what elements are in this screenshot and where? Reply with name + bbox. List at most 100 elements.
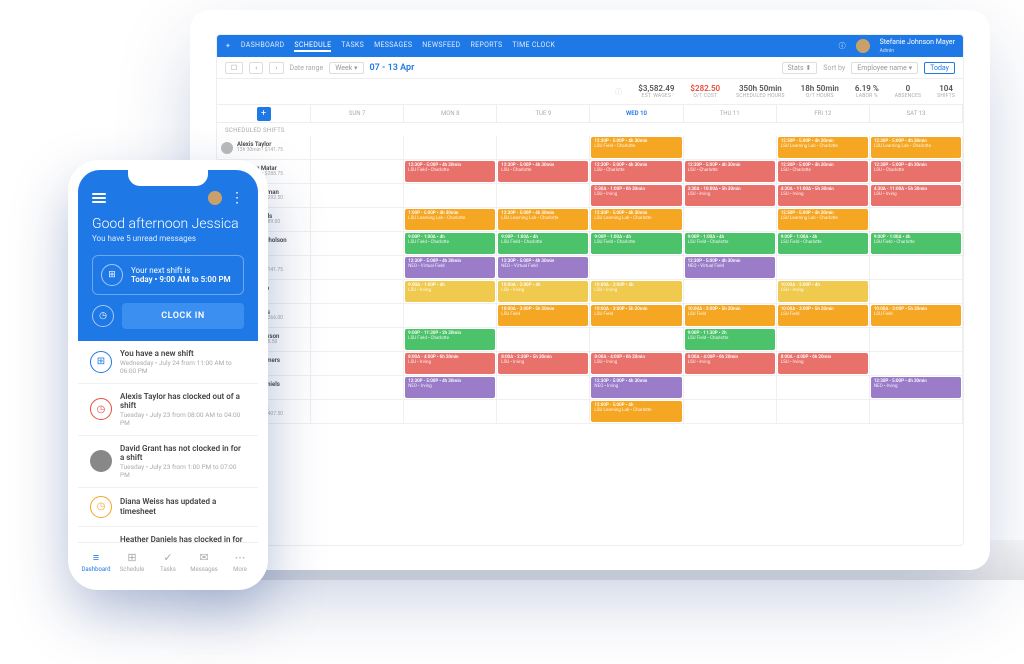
day-cell[interactable] <box>684 136 777 159</box>
day-cell[interactable]: 9:00P - 1:00A • 4hLSU Field • Charlotte <box>497 232 590 255</box>
day-cell[interactable]: 4:30A - 11:00A • 5h 30minLSU • Irving <box>870 184 963 207</box>
day-cell[interactable]: 12:30P - 5:00P • 4h 30minNEO • Irving <box>404 376 497 399</box>
day-cell[interactable] <box>870 352 963 375</box>
day-cell[interactable] <box>497 376 590 399</box>
day-cell[interactable] <box>777 256 870 279</box>
shift-block[interactable]: 8:00A - 4:00P • 6h 20minLSU • Irving <box>591 353 681 374</box>
day-cell[interactable] <box>497 136 590 159</box>
day-cell[interactable]: 12:30P - 5:00P • 4h 30minNEO • Virtual F… <box>404 256 497 279</box>
shift-block[interactable]: 12:30P - 5:00P • 4h 30minNEO • Virtual F… <box>498 257 588 278</box>
day-cell[interactable]: 10:00A - 2:00P • 4hLSU • Irving <box>497 280 590 303</box>
shift-block[interactable]: 9:00P - 1:00A • 4hLSU Field • Charlotte <box>871 233 961 254</box>
day-cell[interactable] <box>311 376 404 399</box>
add-shift-button[interactable]: + <box>257 107 271 121</box>
day-cell[interactable]: 10:00A - 3:00P • 5h 20minLSU Field <box>684 304 777 327</box>
day-header[interactable]: THU 11 <box>684 105 777 122</box>
shift-block[interactable]: 9:00P - 11:30P • 2h 30minLSU Field • Cha… <box>405 329 495 350</box>
shift-block[interactable]: 10:00A - 3:00P • 5h 20minLSU Field <box>498 305 588 326</box>
day-header[interactable]: TUE 9 <box>497 105 590 122</box>
shift-block[interactable]: 10:00A - 3:00P • 5h 20minLSU Field <box>778 305 868 326</box>
sort-select[interactable]: Employee name ▾ <box>851 62 918 74</box>
feed-item[interactable]: ◷Alexis Taylor has clocked out of a shif… <box>78 384 258 436</box>
day-cell[interactable] <box>590 256 683 279</box>
day-cell[interactable]: 10:00A - 2:00P • 4hLSU • Irving <box>590 280 683 303</box>
day-cell[interactable] <box>870 400 963 423</box>
date-range[interactable]: 07 - 13 Apr <box>370 63 415 73</box>
day-cell[interactable]: 12:30P - 5:00P • 4h 30minLSU • Charlotte <box>684 160 777 183</box>
shift-block[interactable]: 8:00A - 4:00P • 6h 20minLSU • Irving <box>405 353 495 374</box>
day-cell[interactable] <box>311 160 404 183</box>
clock-in-button[interactable]: CLOCK IN <box>122 303 244 329</box>
avatar[interactable] <box>856 39 870 53</box>
nav-tab-time clock[interactable]: TIME CLOCK <box>512 41 555 52</box>
day-cell[interactable]: 12:30P - 5:00P • 4h 30minLSU Learning La… <box>777 208 870 231</box>
day-cell[interactable] <box>311 256 404 279</box>
day-cell[interactable]: 1:00P - 5:00P • 4h 30minLSU Learning Lab… <box>404 208 497 231</box>
day-header[interactable]: MON 8 <box>404 105 497 122</box>
day-cell[interactable]: 12:00P - 5:00P • 4hLSU Learning Lab • Ch… <box>590 400 683 423</box>
nav-tab-schedule[interactable]: SCHEDULE <box>294 41 331 52</box>
unread-messages[interactable]: You have 5 unread messages <box>92 234 244 243</box>
day-cell[interactable]: 12:30P - 5:00P • 4h 30minLSU • Charlotte <box>497 160 590 183</box>
day-cell[interactable]: 12:30P - 5:00P • 4h 30minNEO • Virtual F… <box>684 256 777 279</box>
day-cell[interactable]: 9:00P - 1:00A • 4hLSU Field • Charlotte <box>684 232 777 255</box>
day-cell[interactable] <box>311 184 404 207</box>
day-cell[interactable] <box>590 328 683 351</box>
day-cell[interactable] <box>684 376 777 399</box>
help-icon[interactable]: ⓘ <box>839 41 846 51</box>
day-cell[interactable]: 12:30P - 5:00P • 4h 30minNEO • Irving <box>590 376 683 399</box>
day-cell[interactable]: 10:00A - 3:00P • 5h 20minLSU Field <box>777 304 870 327</box>
day-cell[interactable]: 12:30P - 5:00P • 4h 30minLSU Learning La… <box>777 136 870 159</box>
day-cell[interactable] <box>404 400 497 423</box>
tab-messages[interactable]: ✉Messages <box>186 543 222 580</box>
day-cell[interactable]: 9:00P - 1:00A • 4hLSU Field • Charlotte <box>777 232 870 255</box>
day-cell[interactable]: 9:00P - 1:00A • 4hLSU Field • Charlotte <box>870 232 963 255</box>
day-cell[interactable]: 9:00P - 1:00A • 4hLSU Field • Charlotte <box>590 232 683 255</box>
day-cell[interactable]: 4:30A - 11:00A • 5h 30minLSU • Irving <box>777 184 870 207</box>
day-cell[interactable]: 12:30P - 5:00P • 4h 30minNEO • Virtual F… <box>497 256 590 279</box>
day-cell[interactable] <box>777 400 870 423</box>
nav-tab-newsfeed[interactable]: NEWSFEED <box>422 41 460 52</box>
day-cell[interactable]: 12:30P - 5:00P • 4h 30minLSU • Charlotte <box>777 160 870 183</box>
day-cell[interactable]: 10:00A - 2:00P • 4hLSU • Irving <box>777 280 870 303</box>
day-cell[interactable] <box>404 184 497 207</box>
next-week-button[interactable]: › <box>269 62 283 74</box>
shift-block[interactable]: 9:00P - 1:00A • 4hLSU Field • Charlotte <box>591 233 681 254</box>
day-cell[interactable]: 12:30P - 5:00P • 4h 30minLSU Field • Cha… <box>590 136 683 159</box>
select-all-checkbox[interactable]: ☐ <box>225 62 243 74</box>
day-cell[interactable] <box>777 328 870 351</box>
shift-block[interactable]: 8:00A - 4:00P • 6h 20minLSU • Irving <box>685 353 775 374</box>
day-cell[interactable]: 12:30P - 5:00P • 4h 30minLSU Field • Cha… <box>404 160 497 183</box>
day-cell[interactable] <box>311 352 404 375</box>
tab-more[interactable]: ⋯More <box>222 543 258 580</box>
shift-block[interactable]: 12:30P - 5:00P • 4h 30minLSU • Charlotte <box>685 161 775 182</box>
user-menu[interactable]: Stefanie Johnson Mayer Admin <box>880 38 955 54</box>
day-cell[interactable]: 10:00A - 3:00P • 5h 20minLSU Field <box>870 304 963 327</box>
shift-block[interactable]: 5:30A - 1:00P • 6h 30minLSU • Irving <box>591 185 681 206</box>
day-header[interactable]: WED 10 <box>590 105 683 122</box>
day-cell[interactable]: 12:30P - 5:00P • 4h 30minNEO • Irving <box>870 376 963 399</box>
day-cell[interactable] <box>497 184 590 207</box>
shift-block[interactable]: 12:30P - 5:00P • 4h 30minLSU Learning La… <box>778 209 868 230</box>
shift-block[interactable]: 12:30P - 5:00P • 4h 30minNEO • Virtual F… <box>405 257 495 278</box>
day-header[interactable]: SAT 13 <box>870 105 963 122</box>
shift-block[interactable]: 12:30P - 5:00P • 4h 30minNEO • Irving <box>871 377 961 398</box>
day-cell[interactable]: 12:30P - 5:00P • 4h 30minLSU • Charlotte <box>870 160 963 183</box>
shift-block[interactable]: 9:00P - 11:30P • 2hLSU Field • Charlotte <box>685 329 775 350</box>
day-cell[interactable] <box>684 280 777 303</box>
shift-block[interactable]: 12:30P - 5:00P • 4h 30minLSU • Charlotte <box>871 161 961 182</box>
feed-item[interactable]: ⊞You have a new shiftWednesday • July 24… <box>78 341 258 384</box>
day-cell[interactable]: 3:30A - 10:00A • 5h 30minLSU • Irving <box>684 184 777 207</box>
day-cell[interactable]: 12:30P - 5:00P • 4h 30minLSU Learning La… <box>870 136 963 159</box>
feed-item[interactable]: ◷Diana Weiss has updated a timesheet <box>78 488 258 527</box>
shift-block[interactable]: 9:00P - 1:00A • 4hLSU Field • Charlotte <box>685 233 775 254</box>
day-cell[interactable]: 8:00A - 4:00P • 6h 20minLSU • Irving <box>684 352 777 375</box>
employee-cell[interactable]: Alexis Taylor13h 30min • $141.75 <box>217 136 311 159</box>
tab-dashboard[interactable]: ≡Dashboard <box>78 543 114 580</box>
day-cell[interactable] <box>311 304 404 327</box>
shift-block[interactable]: 12:30P - 5:00P • 4h 30minLSU • Charlotte <box>778 161 868 182</box>
day-cell[interactable]: 9:00P - 1:00A • 4hLSU Field • Charlotte <box>404 232 497 255</box>
shift-block[interactable]: 12:30P - 5:00P • 4h 30minLSU • Charlotte <box>591 161 681 182</box>
shift-block[interactable]: 1:00P - 5:00P • 4h 30minLSU Learning Lab… <box>405 209 495 230</box>
nav-tab-reports[interactable]: REPORTS <box>470 41 502 52</box>
